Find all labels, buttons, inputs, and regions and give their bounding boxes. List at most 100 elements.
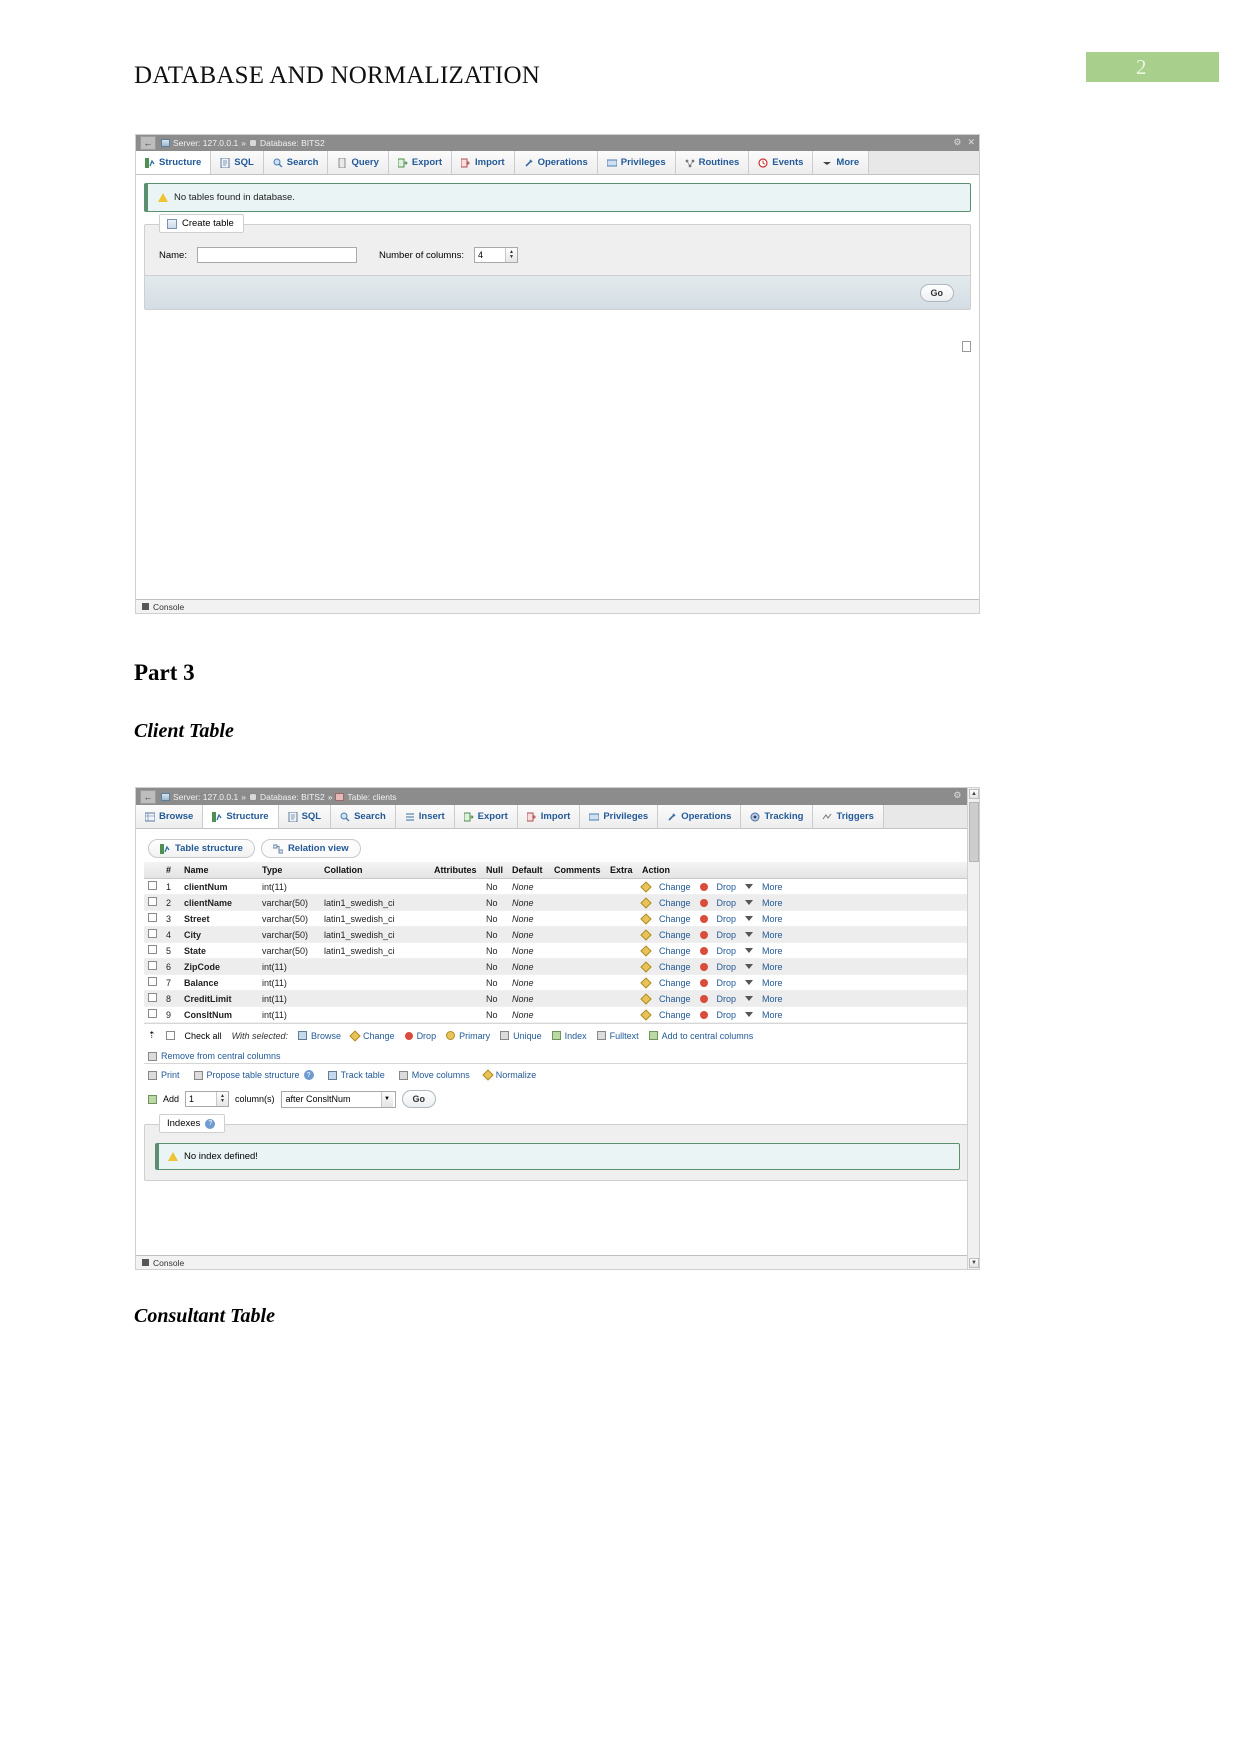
more-link[interactable]: More [762, 978, 783, 988]
col-null[interactable]: Null [482, 862, 508, 879]
row-checkbox-cell[interactable] [144, 878, 162, 895]
checkbox-icon[interactable] [148, 977, 157, 986]
more-link[interactable]: More [762, 962, 783, 972]
breadcrumb-table[interactable]: Table: clients [347, 792, 396, 802]
tab-insert[interactable]: Insert [395, 805, 455, 828]
scrollbar-thumb[interactable] [969, 802, 979, 862]
subtab-table-structure[interactable]: Table structure [148, 839, 255, 858]
more-link[interactable]: More [762, 1010, 783, 1020]
with-selected-fulltext[interactable]: Fulltext [596, 1031, 639, 1041]
drop-link[interactable]: Drop [717, 978, 737, 988]
more-link[interactable]: More [762, 898, 783, 908]
table-row[interactable]: 3 Street varchar(50) latin1_swedish_ci N… [144, 910, 971, 927]
table-row[interactable]: 5 State varchar(50) latin1_swedish_ci No… [144, 942, 971, 959]
tab-privileges[interactable]: Privileges [597, 151, 676, 174]
with-selected-browse[interactable]: Browse [298, 1031, 341, 1041]
tab-export[interactable]: Export [454, 805, 518, 828]
more-link[interactable]: More [762, 946, 783, 956]
tab-more[interactable]: More [813, 151, 870, 174]
add-count-stepper[interactable]: 1 ▲ ▼ [185, 1091, 230, 1107]
checkbox-icon[interactable] [148, 897, 157, 906]
row-checkbox-cell[interactable] [144, 910, 162, 927]
col-num[interactable]: # [162, 862, 180, 879]
change-link[interactable]: Change [659, 914, 691, 924]
breadcrumb-database[interactable]: Database: BITS2 [260, 138, 325, 148]
tab-sql[interactable]: SQL [278, 805, 332, 828]
change-link[interactable]: Change [659, 882, 691, 892]
more-link[interactable]: More [762, 882, 783, 892]
track-table-link[interactable]: Track table [327, 1070, 385, 1080]
tab-structure[interactable]: Structure [203, 805, 279, 828]
more-link[interactable]: More [762, 914, 783, 924]
col-default[interactable]: Default [508, 862, 550, 879]
stepper-arrows-icon[interactable]: ▲ ▼ [505, 248, 517, 262]
checkbox-icon[interactable] [148, 1009, 157, 1018]
tab-sql[interactable]: SQL [211, 151, 264, 174]
tab-routines[interactable]: Routines [675, 151, 750, 174]
change-link[interactable]: Change [659, 994, 691, 1004]
drop-link[interactable]: Drop [717, 1010, 737, 1020]
help-icon[interactable]: ? [205, 1118, 216, 1129]
add-go-button[interactable]: Go [401, 1090, 437, 1108]
drop-link[interactable]: Drop [717, 994, 737, 1004]
print-link[interactable]: Print [148, 1070, 180, 1080]
with-selected-index[interactable]: Index [551, 1031, 587, 1041]
checkbox-icon[interactable] [148, 913, 157, 922]
tab-import[interactable]: Import [517, 805, 581, 828]
check-all-label[interactable]: Check all [185, 1031, 222, 1041]
tab-query[interactable]: Query [328, 151, 389, 174]
tab-export[interactable]: Export [388, 151, 453, 174]
with-selected-remove-central[interactable]: Remove from central columns [148, 1051, 967, 1061]
table-row[interactable]: 7 Balance int(11) No None Change Drop Mo… [144, 974, 971, 991]
tab-operations[interactable]: Operations [514, 151, 598, 174]
drop-link[interactable]: Drop [717, 962, 737, 972]
with-selected-drop[interactable]: Drop [404, 1031, 436, 1041]
scroll-down-arrow-icon[interactable]: ▼ [969, 1258, 979, 1268]
row-checkbox-cell[interactable] [144, 958, 162, 975]
subtab-relation-view[interactable]: Relation view [260, 839, 361, 858]
chevron-down-icon[interactable]: ▼ [380, 1091, 393, 1107]
with-selected-primary[interactable]: Primary [446, 1031, 490, 1041]
row-checkbox-cell[interactable] [144, 1006, 162, 1023]
breadcrumb-server[interactable]: Server: 127.0.0.1 [173, 792, 238, 802]
checkbox-icon[interactable] [148, 961, 157, 970]
select-all-arrow-icon[interactable]: ⇡ [148, 1030, 156, 1041]
drop-link[interactable]: Drop [717, 930, 737, 940]
with-selected-add-central[interactable]: Add to central columns [648, 1031, 753, 1041]
back-arrow-icon[interactable]: ← [140, 136, 156, 150]
move-columns-link[interactable]: Move columns [398, 1070, 470, 1080]
gear-icon[interactable]: ⚙ [953, 137, 961, 148]
table-row[interactable]: 9 ConsltNum int(11) No None Change Drop … [144, 1006, 971, 1023]
tab-search[interactable]: Search [263, 151, 329, 174]
checkbox-icon[interactable] [148, 929, 157, 938]
tab-privileges[interactable]: Privileges [580, 805, 659, 828]
row-checkbox-cell[interactable] [144, 942, 162, 959]
tab-search[interactable]: Search [331, 805, 396, 828]
change-link[interactable]: Change [659, 930, 691, 940]
close-icon[interactable]: ✕ [967, 137, 975, 148]
normalize-link[interactable]: Normalize [482, 1069, 536, 1081]
propose-structure-link[interactable]: Propose table structure? [193, 1070, 314, 1080]
table-name-input[interactable] [196, 247, 357, 263]
gear-icon[interactable]: ⚙ [953, 790, 961, 801]
checkbox-icon[interactable] [148, 993, 157, 1002]
drop-link[interactable]: Drop [717, 898, 737, 908]
row-checkbox-cell[interactable] [144, 926, 162, 943]
tab-tracking[interactable]: Tracking [741, 805, 814, 828]
change-link[interactable]: Change [659, 946, 691, 956]
with-selected-change[interactable]: Change [349, 1029, 395, 1042]
vertical-scrollbar[interactable]: ▲ ▼ [967, 788, 979, 1269]
checkbox-icon[interactable] [148, 881, 157, 890]
change-link[interactable]: Change [659, 1010, 691, 1020]
breadcrumb-server[interactable]: Server: 127.0.0.1 [173, 138, 238, 148]
go-button[interactable]: Go [919, 283, 954, 302]
help-icon[interactable]: ? [303, 1070, 314, 1080]
check-all-checkbox[interactable] [165, 1031, 175, 1040]
tab-structure[interactable]: Structure [136, 151, 212, 174]
row-checkbox-cell[interactable] [144, 990, 162, 1007]
row-checkbox-cell[interactable] [144, 974, 162, 991]
tab-events[interactable]: Events [749, 151, 814, 174]
scroll-up-arrow-icon[interactable]: ▲ [969, 789, 979, 799]
number-of-columns-stepper[interactable]: 4 ▲ ▼ [474, 247, 518, 263]
change-link[interactable]: Change [659, 898, 691, 908]
